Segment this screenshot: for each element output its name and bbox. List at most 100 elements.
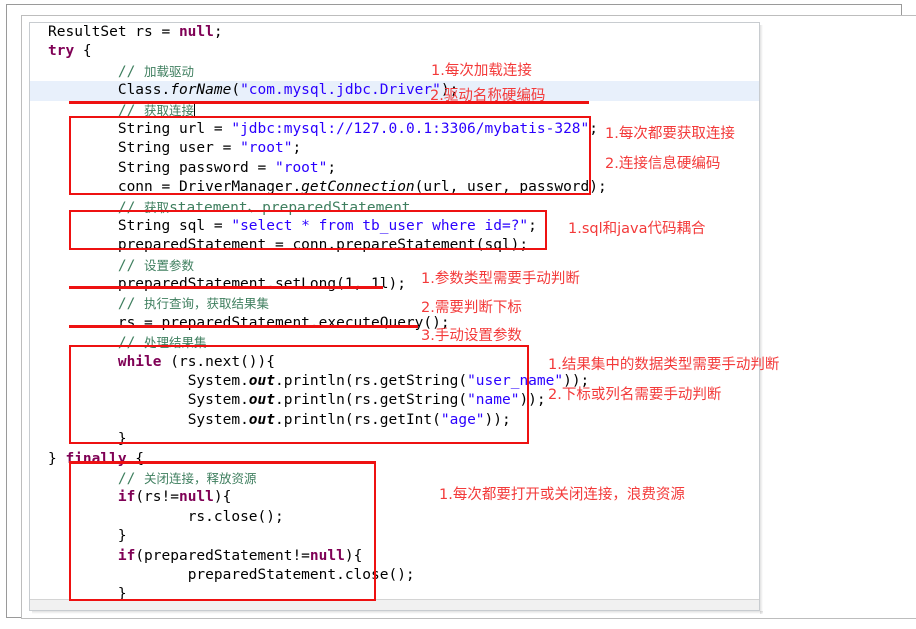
note-set-param: 3.手动设置参数 [421,328,522,344]
note-sql-coupling: 1.sql和java代码耦合 [568,221,706,237]
code-token: // [117,335,145,352]
code-token: (url, user, password); [414,179,607,196]
code-token: 处理结果集 [144,335,207,351]
code-token: } [117,431,127,448]
note-conn-hardcode: 2.连接信息硬编码 [605,156,721,172]
note-result-type: 1.结果集中的数据类型需要手动判断 [548,357,780,373]
code-line[interactable]: try { [30,42,759,61]
code-token: ; [292,140,302,157]
code-token: statement、preparedStatement [169,199,411,216]
editor-panel-shadow-right [760,25,763,614]
code-token: "root" [240,140,293,157]
code-line[interactable]: rs.close(); [30,508,759,527]
code-token: Class. [117,82,171,99]
code-token: ){ [213,489,232,506]
code-line[interactable]: if(preparedStatement!=null){ [30,547,759,566]
code-token: 设置参数 [144,257,195,273]
note-driver-hardcode: 2.驱动名称硬编码 [430,88,546,104]
code-token: (rs.next()){ [161,353,275,370]
code-token: "name" [467,392,520,409]
code-token: preparedStatement.setLong(1, 1l); [117,276,406,293]
code-token: "root" [274,159,328,176]
code-token: null [178,489,214,506]
note-index-check: 2.需要判断下标 [421,300,522,316]
code-line[interactable]: } finally { [30,450,759,469]
code-token: finally [65,450,127,467]
code-token: String user = [117,140,241,157]
note-open-close: 1.每次都要打开或关闭连接，浪费资源 [439,487,685,503]
code-line[interactable]: preparedStatement.close(); [30,566,759,585]
code-token: conn = DriverManager. [117,179,302,196]
code-token: (preparedStatement!= [135,547,310,564]
code-token: .println(rs.getString( [275,392,468,409]
code-token: // [117,102,145,119]
code-token: } [48,450,66,467]
code-token: ResultSet rs = [48,24,179,40]
code-token: { [74,43,92,60]
code-line[interactable]: System.out.println(rs.getInt("age")); [30,411,759,430]
code-token: if [117,489,136,506]
editor-status-bar [30,599,759,610]
code-token: // [117,470,145,487]
code-line[interactable]: // 设置参数 [30,256,759,275]
code-token: rs = preparedStatement.executeQuery(); [117,314,450,331]
code-token: System. [187,392,249,409]
code-editor-panel[interactable]: ResultSet rs = null; try { // 加载驱动 Class.… [29,22,760,611]
code-token: preparedStatement = conn.prepareStatemen… [117,237,529,254]
code-token: preparedStatement.close(); [187,566,415,583]
code-token: 关闭连接，释放资源 [144,470,257,486]
code-token: null [178,24,214,40]
code-token: out [248,411,275,428]
code-token: ( [231,82,241,99]
outer-window-frame: ResultSet rs = null; try { // 加载驱动 Class.… [6,4,916,619]
editor-panel-shadow-bottom [32,611,763,614]
note-load-conn: 1.每次加载连接 [431,63,532,79]
code-token: // [117,296,145,313]
code-token: // [117,257,145,274]
note-get-conn: 1.每次都要获取连接 [605,126,735,142]
code-token: 执行查询，获取结果集 [144,296,270,312]
code-line[interactable]: Class.forName("com.mysql.jdbc.Driver"); [30,81,759,101]
code-token: )); [484,411,511,428]
code-line[interactable]: // 加载驱动 [30,62,759,81]
code-line[interactable]: ResultSet rs = null; [30,23,759,42]
code-token: out [248,392,275,409]
text-caret [194,102,196,117]
code-token: .println(rs.getString( [275,373,468,390]
code-token: "jdbc:mysql://127.0.0.1:3306/mybatis-328… [231,120,590,137]
code-token: if [117,547,136,564]
code-token: ; [528,217,537,234]
code-token: String password = [117,159,275,176]
code-token: "select * from tb_user where id=?" [231,217,529,234]
code-line[interactable]: } [30,430,759,449]
code-line[interactable]: conn = DriverManager.getConnection(url, … [30,178,759,197]
code-token: { [126,450,145,467]
code-token: out [248,373,275,390]
code-token: try [48,43,75,60]
code-token: rs.close(); [187,508,284,525]
code-token: "age" [440,411,485,428]
code-line[interactable]: } [30,527,759,546]
code-line[interactable]: // 执行查询，获取结果集 [30,294,759,313]
code-content[interactable]: ResultSet rs = null; try { // 加载驱动 Class.… [30,23,759,610]
code-line[interactable]: preparedStatement.setLong(1, 1l); [30,275,759,294]
code-token: null [309,547,345,564]
code-line[interactable]: preparedStatement = conn.prepareStatemen… [30,236,759,255]
code-token: (rs!= [135,489,179,506]
code-token: forName [170,82,232,99]
code-token: ; [589,120,598,137]
code-token: System. [187,411,249,428]
code-line[interactable]: // 获取连接 [30,101,759,120]
code-token: while [117,353,162,370]
code-token: "com.mysql.jdbc.Driver" [240,82,441,99]
code-token: 加载驱动 [144,63,195,79]
code-token: System. [187,373,249,390]
code-token: 获取连接 [144,102,195,118]
code-line[interactable]: // 获取statement、preparedStatement [30,198,759,217]
code-token: getConnection [301,179,415,196]
code-token: .println(rs.getInt( [275,411,441,428]
code-line[interactable]: // 处理结果集 [30,333,759,352]
code-line[interactable]: rs = preparedStatement.executeQuery(); [30,314,759,333]
note-param-type: 1.参数类型需要手动判断 [421,271,580,287]
code-token: String sql = [117,217,232,234]
